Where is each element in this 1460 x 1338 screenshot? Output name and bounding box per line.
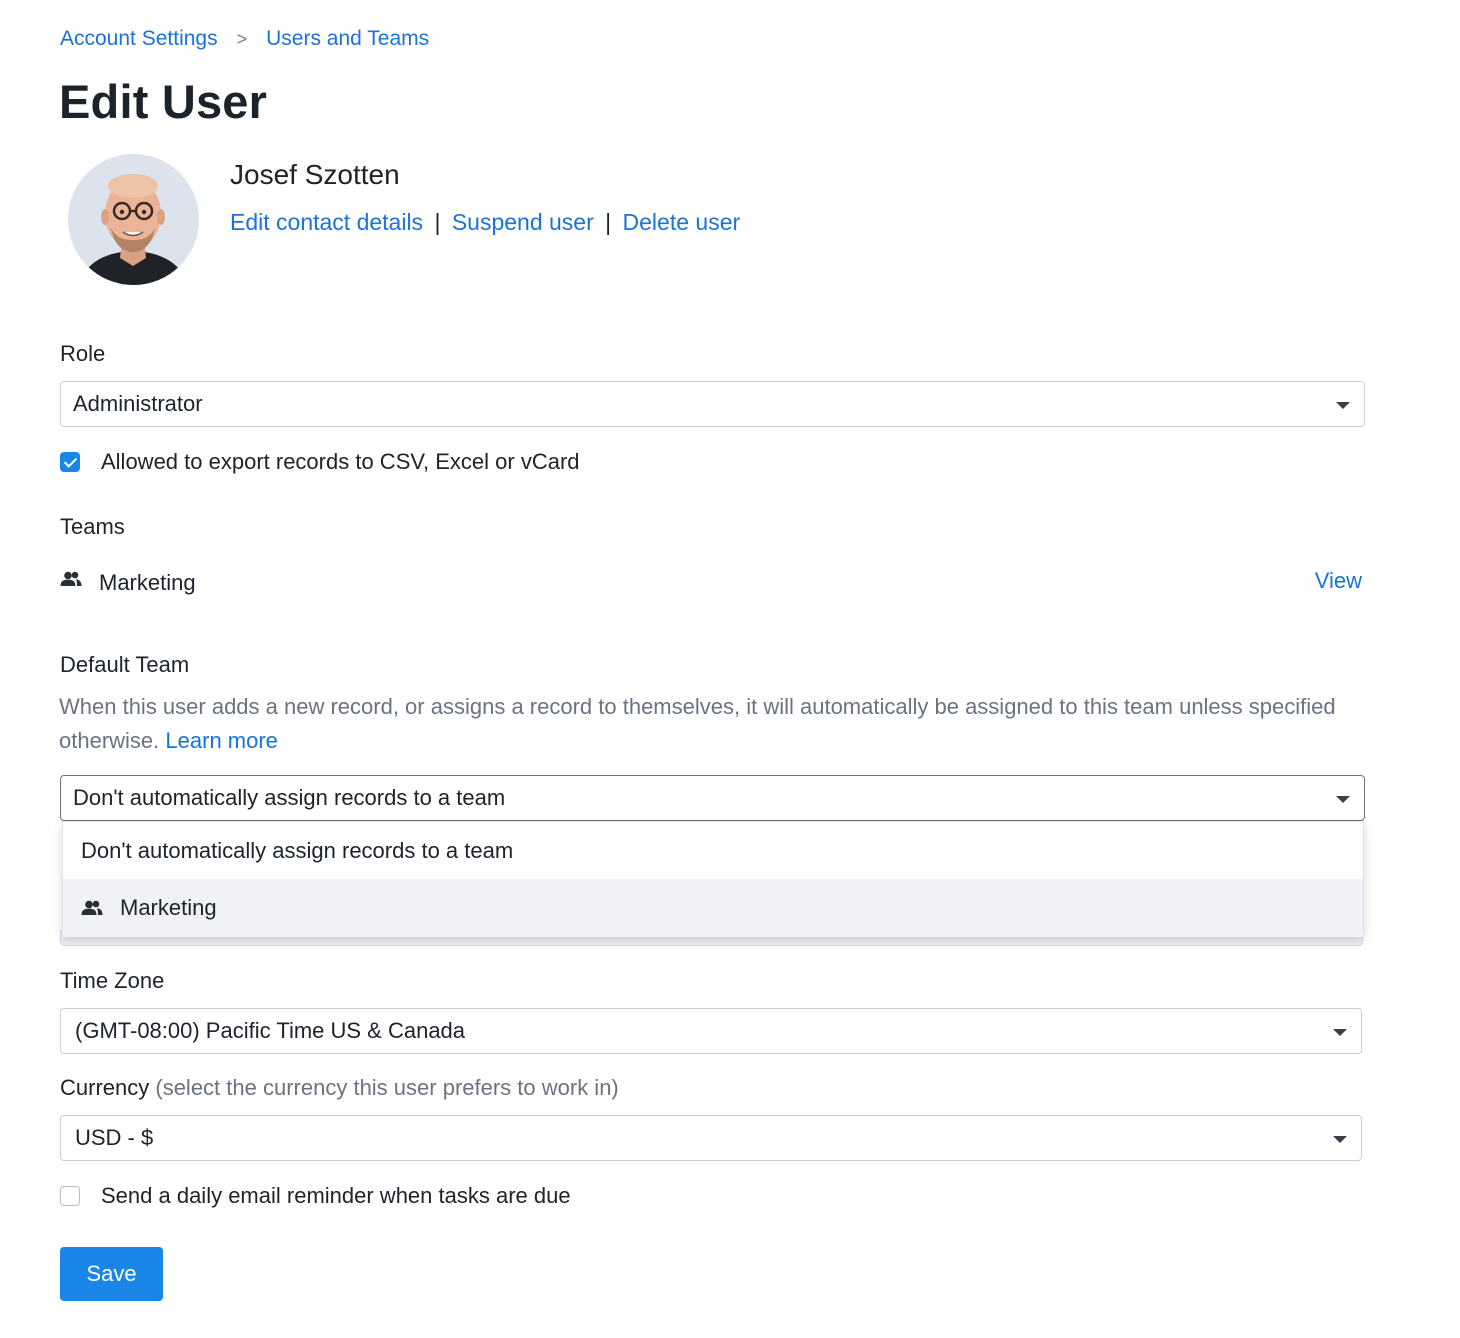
breadcrumb-account-settings[interactable]: Account Settings (60, 27, 218, 51)
chevron-down-icon (1336, 796, 1350, 803)
default-team-select[interactable]: Don't automatically assign records to a … (60, 775, 1365, 821)
default-team-dropdown-menu: Don't automatically assign records to a … (62, 821, 1364, 937)
currency-select[interactable]: USD - $ (60, 1115, 1362, 1161)
view-team-link[interactable]: View (1315, 568, 1362, 594)
email-reminder-checkbox[interactable] (60, 1186, 80, 1206)
role-label: Role (60, 341, 106, 366)
currency-label: Currency (60, 1075, 150, 1100)
dropdown-option-marketing[interactable]: Marketing (63, 879, 1363, 937)
edit-contact-details-link[interactable]: Edit contact details (230, 209, 423, 235)
dropdown-option-no-team[interactable]: Don't automatically assign records to a … (63, 822, 1363, 880)
role-select[interactable]: Administrator (60, 381, 1365, 427)
breadcrumb-separator-icon: > (236, 28, 248, 49)
time-zone-select[interactable]: (GMT-08:00) Pacific Time US & Canada (60, 1008, 1362, 1054)
default-team-label: Default Team (60, 652, 190, 677)
delete-user-link[interactable]: Delete user (623, 209, 741, 235)
currency-label-row: Currency (select the currency this user … (60, 1075, 619, 1101)
dropdown-option-label: Marketing (120, 895, 217, 920)
team-name: Marketing (99, 570, 196, 595)
chevron-down-icon (1333, 1029, 1347, 1036)
action-divider: | (434, 209, 441, 235)
currency-select-value: USD - $ (75, 1125, 154, 1150)
avatar (68, 154, 199, 285)
export-permission-checkbox[interactable] (60, 452, 80, 472)
time-zone-label: Time Zone (60, 968, 165, 993)
suspend-user-link[interactable]: Suspend user (452, 209, 594, 235)
edit-user-page: Account Settings > Users and Teams Edit … (0, 0, 1460, 1338)
save-button[interactable]: Save (60, 1247, 163, 1301)
time-zone-select-value: (GMT-08:00) Pacific Time US & Canada (75, 1018, 466, 1043)
currency-hint: (select the currency this user prefers t… (155, 1075, 619, 1100)
chevron-down-icon (1333, 1136, 1347, 1143)
export-permission-label: Allowed to export records to CSV, Excel … (101, 449, 580, 474)
user-actions: Edit contact details | Suspend user | De… (230, 209, 740, 236)
email-reminder-label: Send a daily email reminder when tasks a… (101, 1183, 571, 1208)
action-divider: | (605, 209, 612, 235)
team-icon (60, 571, 82, 586)
user-name: Josef Szotten (230, 159, 400, 190)
team-list-item: Marketing View (60, 568, 1362, 598)
breadcrumb-users-and-teams[interactable]: Users and Teams (266, 27, 429, 51)
team-icon (81, 900, 103, 915)
teams-label: Teams (60, 514, 125, 539)
role-select-value: Administrator (73, 391, 203, 416)
breadcrumb: Account Settings > Users and Teams (60, 27, 429, 51)
chevron-down-icon (1336, 402, 1350, 409)
page-title: Edit User (59, 75, 268, 128)
default-team-select-value: Don't automatically assign records to a … (73, 785, 506, 810)
learn-more-link[interactable]: Learn more (165, 728, 278, 753)
dropdown-option-label: Don't automatically assign records to a … (81, 838, 514, 863)
default-team-help-text: When this user adds a new record, or ass… (59, 690, 1359, 758)
